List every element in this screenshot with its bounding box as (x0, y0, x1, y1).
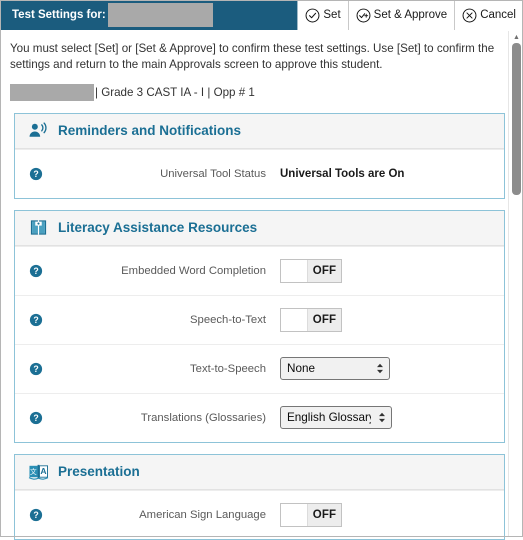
setting-control: OFF (280, 502, 494, 527)
toggle-state-label: OFF (312, 313, 337, 326)
section-presentation: 文 A Presentation ? American Sign Languag… (14, 453, 505, 540)
toggle-knob (281, 503, 308, 526)
scrollbar-thumb[interactable] (512, 43, 521, 195)
svg-text:?: ? (33, 169, 38, 179)
setting-row-american-sign-language: ? American Sign Language OFF (15, 489, 504, 539)
set-button[interactable]: Set (298, 0, 349, 30)
check-plus-circle-icon (356, 8, 371, 23)
question-circle-icon[interactable]: ? (29, 167, 43, 181)
question-circle-icon[interactable]: ? (29, 508, 43, 522)
text-to-speech-select[interactable]: None (280, 357, 390, 381)
section-title: Literacy Assistance Resources (58, 220, 258, 236)
open-book-icon (27, 218, 49, 238)
universal-tool-status-value: Universal Tools are On (280, 167, 405, 180)
setting-control: English Glossary (280, 406, 494, 430)
section-literacy-assistance-resources: Literacy Assistance Resources ? Embedded… (14, 209, 505, 443)
breadcrumb-label: | Grade 3 CAST IA - I | Opp # 1 (95, 85, 255, 99)
setting-label: Embedded Word Completion (121, 264, 266, 277)
svg-text:?: ? (33, 510, 38, 520)
section-title: Presentation (58, 464, 140, 480)
toggle-knob (281, 259, 308, 282)
svg-text:?: ? (33, 315, 38, 325)
setting-label: Text-to-Speech (190, 362, 266, 375)
title-bar-actions: Set Set & Approve Cancel (297, 0, 523, 30)
speech-to-text-toggle[interactable]: OFF (280, 307, 342, 332)
vertical-scrollbar[interactable]: ▲ (508, 31, 523, 537)
set-button-label: Set (323, 9, 341, 21)
check-circle-icon (305, 8, 320, 23)
svg-text:?: ? (33, 266, 38, 276)
breadcrumb: | Grade 3 CAST IA - I | Opp # 1 (0, 78, 523, 109)
translation-book-icon: 文 A (27, 462, 49, 482)
student-name-redaction (107, 3, 213, 27)
setting-control: OFF (280, 307, 494, 332)
x-circle-icon (462, 8, 477, 23)
question-circle-icon[interactable]: ? (29, 362, 43, 376)
svg-text:A: A (40, 467, 46, 477)
setting-control: OFF (280, 258, 494, 283)
scroll-up-arrow-icon[interactable]: ▲ (509, 33, 523, 41)
svg-text:?: ? (33, 413, 38, 423)
setting-label: Universal Tool Status (160, 167, 266, 180)
person-speaking-icon (27, 121, 49, 141)
toggle-state-label: OFF (312, 508, 337, 521)
settings-sections: Reminders and Notifications ? Universal … (0, 109, 523, 540)
section-title: Reminders and Notifications (58, 123, 242, 139)
setting-row-embedded-word-completion: ? Embedded Word Completion OFF (15, 245, 504, 295)
cancel-button-label: Cancel (480, 9, 516, 21)
setting-control: Universal Tools are On (280, 168, 494, 180)
instructions-text: You must select [Set] or [Set & Approve]… (10, 42, 495, 72)
setting-label: Speech-to-Text (190, 313, 266, 326)
setting-label: American Sign Language (139, 508, 266, 521)
translations-glossaries-select[interactable]: English Glossary (280, 406, 392, 430)
breadcrumb-student-redaction (10, 83, 94, 101)
set-and-approve-button-label: Set & Approve (373, 9, 448, 21)
title-bar-left: Test Settings for: (0, 0, 297, 30)
title-bar: Test Settings for: Set Set & Approve Can… (0, 0, 523, 30)
section-header: 文 A Presentation (15, 454, 504, 490)
setting-row-text-to-speech: ? Text-to-Speech None (15, 343, 504, 393)
setting-row-speech-to-text: ? Speech-to-Text OFF (15, 294, 504, 344)
setting-row-universal-tool-status: ? Universal Tool Status Universal Tools … (15, 148, 504, 198)
question-circle-icon[interactable]: ? (29, 313, 43, 327)
page-title: Test Settings for: (12, 9, 106, 21)
cancel-button[interactable]: Cancel (455, 0, 523, 30)
section-header: Literacy Assistance Resources (15, 210, 504, 246)
question-circle-icon[interactable]: ? (29, 264, 43, 278)
set-and-approve-button[interactable]: Set & Approve (348, 0, 456, 30)
toggle-state-label: OFF (312, 264, 337, 277)
svg-text:文: 文 (30, 467, 37, 476)
toggle-knob (281, 308, 308, 331)
embedded-word-completion-toggle[interactable]: OFF (280, 258, 342, 283)
setting-row-translations-glossaries: ? Translations (Glossaries) English Glos… (15, 392, 504, 442)
setting-label: Translations (Glossaries) (140, 411, 266, 424)
american-sign-language-toggle[interactable]: OFF (280, 502, 342, 527)
question-circle-icon[interactable]: ? (29, 411, 43, 425)
text-to-speech-select-wrap: None (280, 357, 390, 381)
section-reminders-and-notifications: Reminders and Notifications ? Universal … (14, 112, 505, 199)
setting-control: None (280, 357, 494, 381)
translations-select-wrap: English Glossary (280, 406, 392, 430)
svg-text:?: ? (33, 364, 38, 374)
section-header: Reminders and Notifications (15, 113, 504, 149)
